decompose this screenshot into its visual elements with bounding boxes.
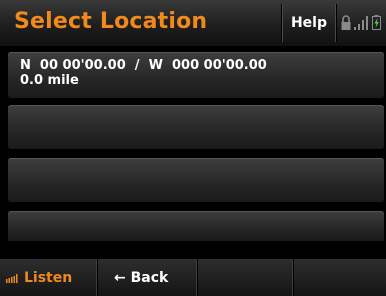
current-location-item[interactable]: N 00 00'00.00 / W 000 00'00.00 0.0 mile <box>8 52 384 98</box>
list-item[interactable] <box>8 105 384 149</box>
coordinates-text: N 00 00'00.00 / W 000 00'00.00 <box>20 58 267 73</box>
bottom-toolbar: Listen ← Back <box>0 258 386 296</box>
list-item[interactable] <box>8 211 384 241</box>
back-button[interactable]: ← Back <box>98 259 198 296</box>
battery-icon <box>372 15 381 30</box>
location-list: N 00 00'00.00 / W 000 00'00.00 0.0 mile <box>8 52 384 250</box>
footer-empty-button[interactable] <box>198 259 294 296</box>
lock-icon <box>341 15 351 30</box>
help-button[interactable]: Help <box>281 4 337 42</box>
distance-text: 0.0 mile <box>20 73 79 88</box>
listen-label: Listen <box>24 269 73 286</box>
listen-button[interactable]: Listen <box>0 259 98 296</box>
title-bar: Select Location Help <box>0 0 386 47</box>
speaker-bars-icon <box>6 273 20 283</box>
signal-bars-icon <box>354 16 368 30</box>
status-icons <box>340 14 384 32</box>
page-title: Select Location <box>14 9 208 34</box>
list-item[interactable] <box>8 158 384 202</box>
footer-empty-button[interactable] <box>294 259 386 296</box>
